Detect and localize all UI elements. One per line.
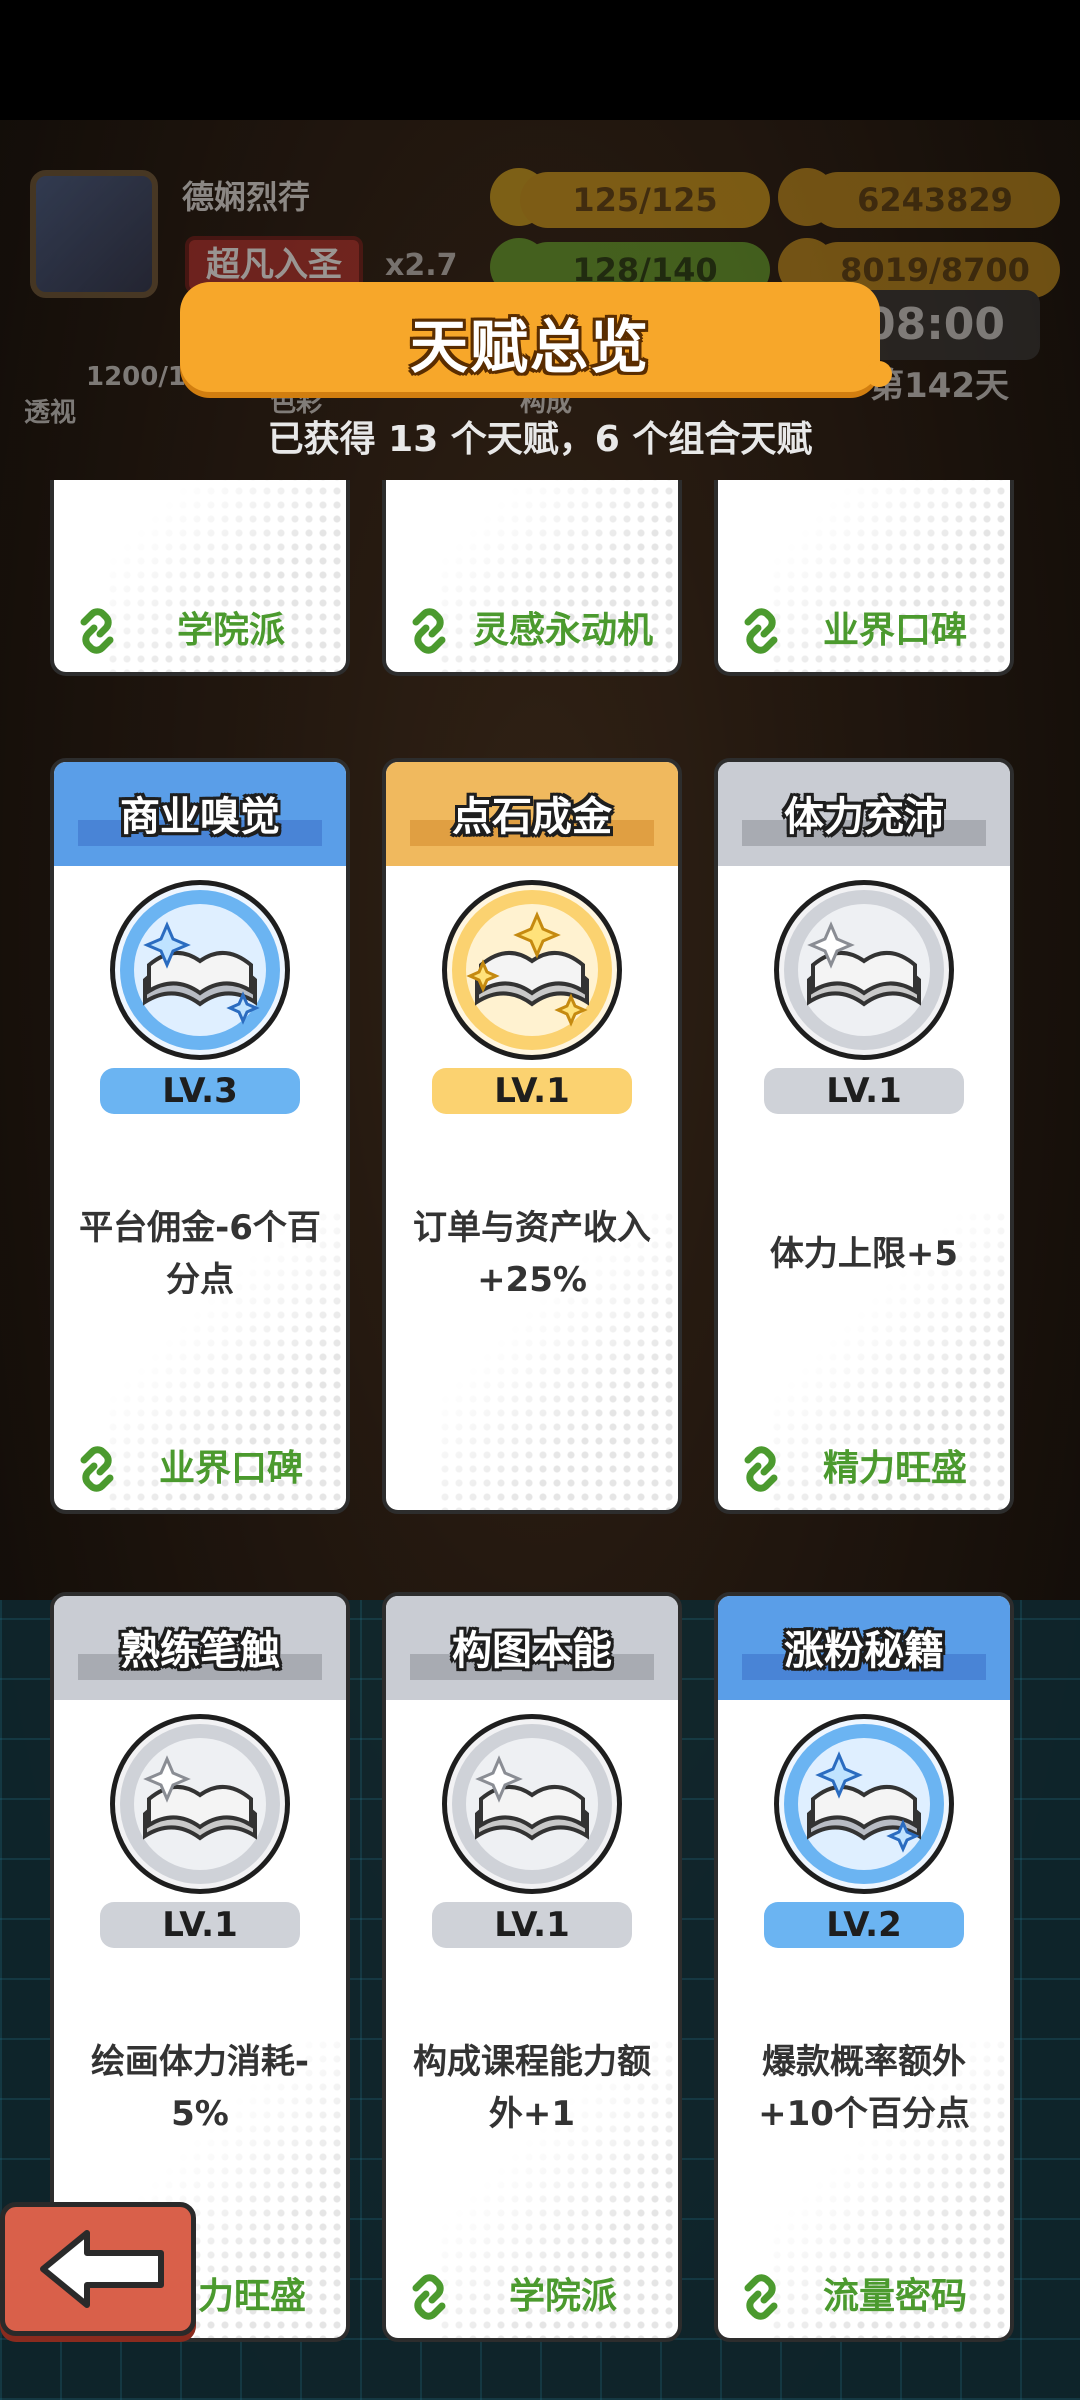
desc-line-1: 构成课程能力额 bbox=[413, 2042, 651, 2082]
book-icon bbox=[110, 880, 290, 1060]
combo-label: 业界口碑 bbox=[822, 610, 967, 651]
combo-tag: 学院派 bbox=[72, 606, 334, 656]
talent-name: 点石成金 bbox=[452, 794, 612, 840]
desc-line-1: 绘画体力消耗- bbox=[90, 2042, 310, 2082]
book-icon bbox=[774, 880, 954, 1060]
book-icon bbox=[442, 880, 622, 1060]
talent-name: 构图本能 bbox=[452, 1628, 612, 1674]
card-header: 构图本能 bbox=[386, 1596, 678, 1700]
level-badge: LV.1 bbox=[432, 1068, 632, 1114]
desc-line-2: 外+1 bbox=[488, 2094, 576, 2134]
multiplier: x2.7 bbox=[385, 248, 458, 283]
status-bar bbox=[0, 0, 1080, 120]
talent-name: 体力充沛 bbox=[784, 794, 944, 840]
back-arrow-icon bbox=[40, 2230, 164, 2308]
talent-description: 爆款概率额外 +10个百分点 bbox=[732, 2036, 996, 2140]
talent-card-tili-chongpei[interactable]: 体力充沛 LV.1 体力上限+5 精力旺盛 bbox=[714, 758, 1014, 1514]
chain-link-icon bbox=[412, 2274, 446, 2320]
book-icon bbox=[110, 1714, 290, 1894]
talent-description: 订单与资产收入 +25% bbox=[400, 1202, 664, 1306]
level-badge: LV.1 bbox=[764, 1068, 964, 1114]
back-button[interactable] bbox=[0, 2202, 196, 2336]
desc-line-2: 分点 bbox=[166, 1260, 234, 1300]
combo-tag: 业界口碑 bbox=[736, 606, 998, 656]
card-header: 体力充沛 bbox=[718, 762, 1010, 866]
talent-card-shangye-xiujue[interactable]: 商业嗅觉 LV.3 平台佣金-6个百 分点 业界口碑 bbox=[50, 758, 350, 1514]
combo-label: 学院派 bbox=[176, 610, 285, 651]
talent-card-partial-1[interactable]: 学院派 bbox=[50, 480, 350, 676]
talent-description: 体力上限+5 bbox=[732, 1228, 996, 1280]
combo-tag: 流量密码 bbox=[736, 2272, 998, 2322]
desc-line-1: 体力上限+5 bbox=[769, 1234, 959, 1274]
combo-tag: 精力旺盛 bbox=[736, 1444, 998, 1494]
desc-line-1: 爆款概率额外 bbox=[762, 2042, 966, 2082]
talent-card-zhangfen-miji[interactable]: 涨粉秘籍 LV.2 爆款概率额外 +10个百分点 流量密码 bbox=[714, 1592, 1014, 2342]
combo-label: 灵感永动机 bbox=[472, 610, 653, 651]
avatar bbox=[30, 170, 158, 298]
talent-card-partial-3[interactable]: 业界口碑 bbox=[714, 480, 1014, 676]
book-icon bbox=[442, 1714, 622, 1894]
player-name: 德娴烈荇 bbox=[182, 178, 311, 216]
book-icon bbox=[774, 1714, 954, 1894]
talent-description: 构成课程能力额 外+1 bbox=[400, 2036, 664, 2140]
combo-tag: 业界口碑 bbox=[72, 1444, 334, 1494]
card-header: 涨粉秘籍 bbox=[718, 1596, 1010, 1700]
talent-name: 商业嗅觉 bbox=[120, 794, 280, 840]
desc-line-1: 平台佣金-6个百 bbox=[79, 1208, 321, 1248]
combo-tag: 学院派 bbox=[404, 2272, 666, 2322]
chain-link-icon bbox=[744, 1446, 778, 1492]
level-badge: LV.3 bbox=[100, 1068, 300, 1114]
panel-title: 天赋总览 bbox=[409, 313, 650, 381]
talent-name: 熟练笔触 bbox=[120, 1628, 280, 1674]
level-badge: LV.1 bbox=[432, 1902, 632, 1948]
chain-link-icon bbox=[744, 608, 778, 654]
talent-card-goutu-benneng[interactable]: 构图本能 LV.1 构成课程能力额 外+1 学院派 bbox=[382, 1592, 682, 2342]
level-badge: LV.2 bbox=[764, 1902, 964, 1948]
talent-card-partial-2[interactable]: 灵感永动机 bbox=[382, 480, 682, 676]
stamina-counter: 125/125 bbox=[520, 172, 770, 228]
talent-name: 涨粉秘籍 bbox=[784, 1628, 944, 1674]
level-badge: LV.1 bbox=[100, 1902, 300, 1948]
combo-label: 流量密码 bbox=[822, 2276, 967, 2317]
talent-card-dianshi-chengjin[interactable]: 点石成金 LV.1 订单与资产收入 +25% bbox=[382, 758, 682, 1514]
combo-label: 精力旺盛 bbox=[822, 1448, 967, 1489]
desc-line-2: +10个百分点 bbox=[758, 2094, 970, 2134]
talent-description: 绘画体力消耗- 5% bbox=[68, 2036, 332, 2140]
combo-tag: 灵感永动机 bbox=[404, 606, 666, 656]
chain-link-icon bbox=[80, 608, 114, 654]
combo-label: 业界口碑 bbox=[158, 1448, 303, 1489]
talent-summary: 已获得 13 个天赋，6 个组合天赋 bbox=[267, 419, 813, 460]
card-header: 商业嗅觉 bbox=[54, 762, 346, 866]
combo-label: 学院派 bbox=[508, 2276, 617, 2317]
chain-link-icon bbox=[412, 608, 446, 654]
chain-link-icon bbox=[744, 2274, 778, 2320]
card-header: 点石成金 bbox=[386, 762, 678, 866]
chain-link-icon bbox=[80, 1446, 114, 1492]
desc-line-2: +25% bbox=[477, 1260, 587, 1300]
day-counter: 第142天 bbox=[870, 366, 1009, 406]
desc-line-1: 订单与资产收入 bbox=[413, 1208, 651, 1248]
card-header: 熟练笔触 bbox=[54, 1596, 346, 1700]
talent-description: 平台佣金-6个百 分点 bbox=[68, 1202, 332, 1306]
coin-counter: 6243829 bbox=[810, 172, 1060, 228]
desc-line-2: 5% bbox=[171, 2094, 229, 2134]
